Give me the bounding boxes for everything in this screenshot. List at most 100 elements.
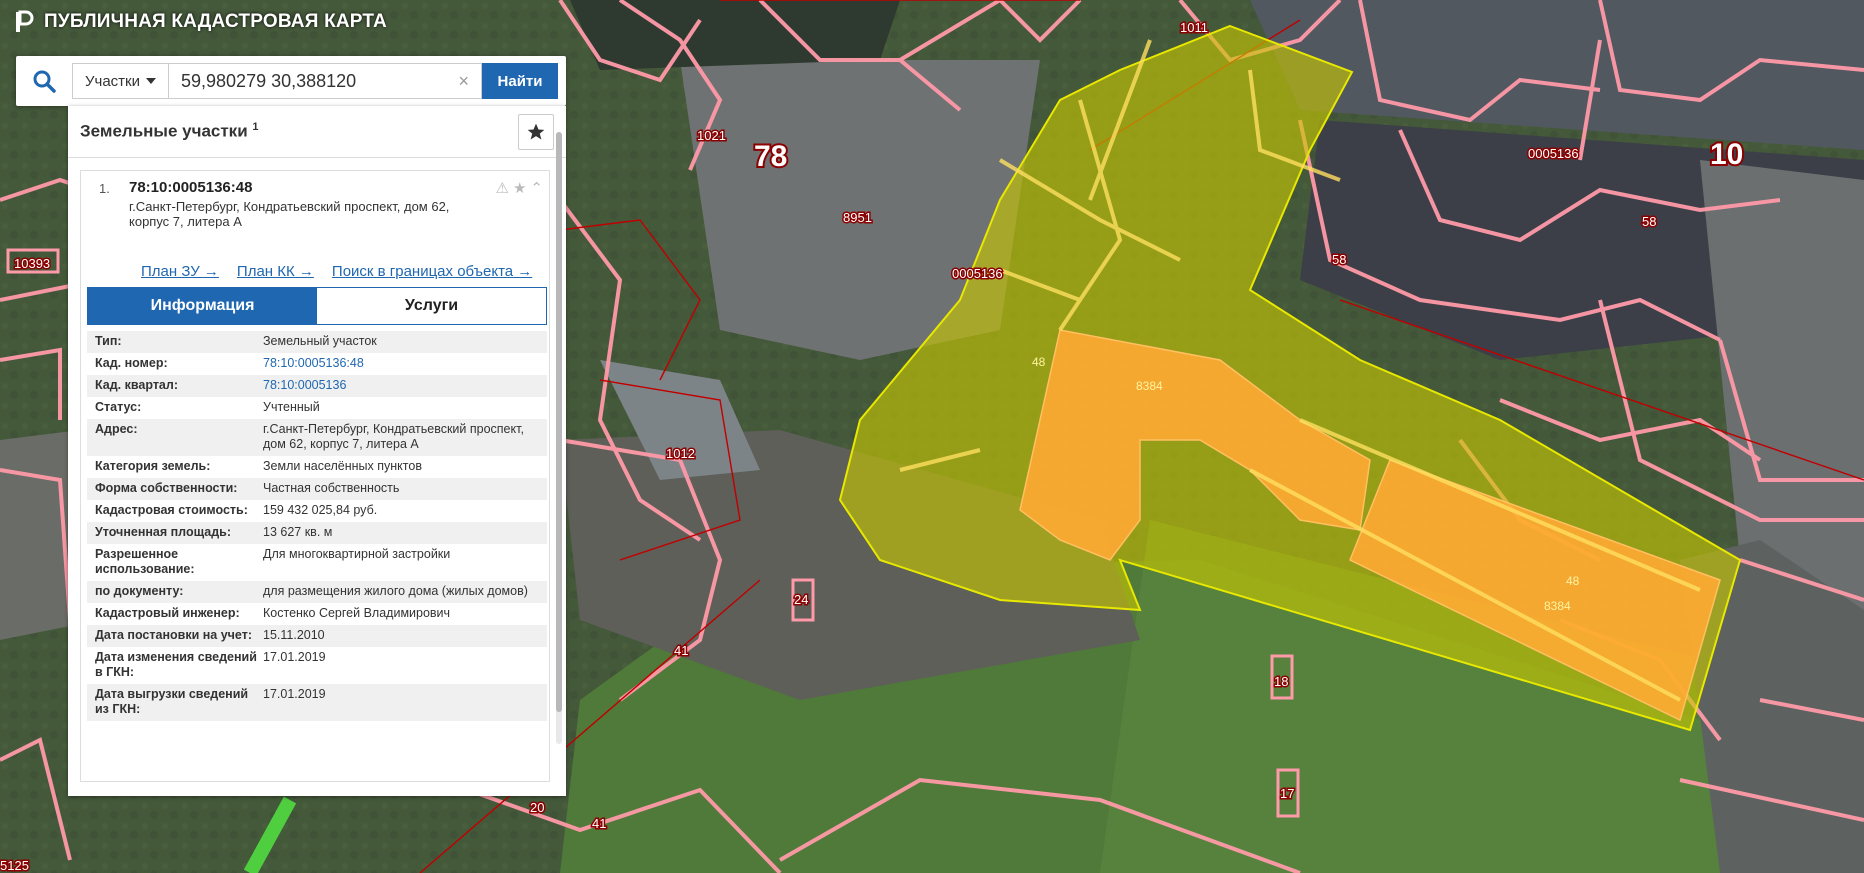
results-panel: Земельные участки 1 1. 78:10:0005136:48 … [68, 106, 566, 796]
map-label: 0005136 [1528, 146, 1579, 161]
search-input[interactable] [181, 70, 455, 92]
search-input-wrap: × [168, 63, 482, 99]
info-key: Кадастровый инженер: [95, 606, 240, 620]
info-row: по документу: для размещения жилого дома … [87, 581, 547, 603]
map-label: 41 [592, 816, 606, 831]
info-value: для размещения жилого дома (жилых домов) [263, 584, 528, 598]
panel-title: Земельные участки 1 [80, 121, 259, 142]
search-submit-button[interactable]: Найти [482, 63, 558, 99]
result-header[interactable]: 1. 78:10:0005136:48 г.Санкт-Петербург, К… [81, 171, 549, 243]
star-icon [527, 123, 545, 139]
clear-icon[interactable]: × [458, 71, 469, 92]
map-label: 10393 [14, 256, 50, 271]
app-title-text: ПУБЛИЧНАЯ КАДАСТРОВАЯ КАРТА [44, 11, 387, 32]
map-label: 78 [754, 140, 787, 173]
result-number: 1. [99, 181, 110, 196]
map-label: 8384 [1136, 379, 1163, 393]
info-value: 13 627 кв. м [263, 525, 333, 539]
map-label: 48 [1032, 355, 1046, 369]
info-key: Категория земель: [95, 459, 211, 473]
info-row: Дата изменения сведений в ГКН: 17.01.2019 [87, 647, 547, 684]
map-label: 1021 [697, 128, 726, 143]
info-key: Адрес: [95, 422, 138, 436]
search-type-label: Участки [85, 72, 140, 90]
map-label: 58 [1642, 214, 1656, 229]
info-key: Дата изменения сведений в ГКН: [95, 650, 257, 679]
map-label: 24 [794, 592, 808, 607]
warning-icon[interactable]: ⚠ [496, 179, 509, 197]
search-in-bounds-link[interactable]: Поиск в границах объекта → [332, 263, 532, 280]
info-value-link[interactable]: 78:10:0005136 [263, 378, 539, 393]
info-row: Кад. квартал: 78:10:0005136 [87, 375, 547, 397]
map-label: 1012 [666, 446, 695, 461]
panel-scrollbar[interactable] [556, 132, 562, 744]
info-key: Уточненная площадь: [95, 525, 232, 539]
info-value: Для многоквартирной застройки [263, 547, 451, 561]
info-value-link[interactable]: 78:10:0005136:48 [263, 356, 539, 371]
pkk-logo-icon [16, 10, 34, 32]
info-row: Дата постановки на учет: 15.11.2010 [87, 625, 547, 647]
map-label: 10 [1710, 138, 1743, 171]
search-type-dropdown[interactable]: Участки [72, 63, 168, 99]
map-label: 48 [1566, 574, 1580, 588]
info-table: Тип: Земельный участок Кад. номер: 78:10:00… [87, 331, 547, 721]
search-icon [33, 70, 56, 93]
info-key: Дата выгрузки сведений из ГКН: [95, 687, 249, 716]
map-label: 20 [530, 800, 544, 815]
info-key: Кад. номер: [95, 356, 168, 370]
search-toggle-button[interactable] [16, 56, 72, 106]
plan-kk-link[interactable]: План КК → [237, 263, 314, 280]
info-value: Учтенный [263, 400, 320, 414]
favorites-button[interactable] [518, 113, 554, 150]
info-key: Кад. квартал: [95, 378, 178, 392]
result-card: 1. 78:10:0005136:48 г.Санкт-Петербург, К… [80, 170, 550, 782]
info-value: 17.01.2019 [263, 650, 326, 664]
tab-services[interactable]: Услуги [317, 288, 546, 324]
map-label: 1011 [1180, 20, 1208, 35]
tab-info[interactable]: Информация [88, 288, 317, 324]
info-row: Уточненная площадь: 13 627 кв. м [87, 522, 547, 544]
map-label: 8384 [1544, 599, 1571, 613]
scrollbar-thumb[interactable] [556, 132, 562, 712]
info-value: 17.01.2019 [263, 687, 326, 701]
info-row: Форма собственности: Частная собственност… [87, 478, 547, 500]
info-row: Адрес: г.Санкт-Петербург, Кондратьевский … [87, 419, 547, 456]
caret-down-icon [146, 78, 156, 84]
info-value: 159 432 025,84 руб. [263, 503, 378, 517]
info-key: Тип: [95, 334, 122, 348]
map-label: 18 [1274, 674, 1288, 689]
map-label: 0005136 [952, 266, 1003, 281]
map-label: 5125 [0, 858, 29, 873]
plan-zu-link[interactable]: План ЗУ → [141, 263, 219, 280]
star-outline-icon[interactable]: ★ [513, 179, 526, 197]
info-value: Земли населённых пунктов [263, 459, 422, 473]
info-row: Тип: Земельный участок [87, 331, 547, 353]
info-row: Кад. номер: 78:10:0005136:48 [87, 353, 547, 375]
info-row: Кадастровый инженер: Костенко Сергей Влад… [87, 603, 547, 625]
info-row: Дата выгрузки сведений из ГКН: 17.01.2019 [87, 684, 547, 721]
info-value: г.Санкт-Петербург, Кондратьевский проспе… [263, 422, 524, 451]
info-key: по документу: [95, 584, 184, 598]
info-value: Земельный участок [263, 334, 377, 348]
result-links: План ЗУ → План КК → Поиск в границах объ… [141, 263, 532, 280]
result-tabs: Информация Услуги [87, 287, 547, 325]
chevron-up-icon[interactable]: ⌃ [530, 179, 543, 197]
info-value: Частная собственность [263, 481, 400, 495]
info-row: Категория земель: Земли населённых пункто… [87, 456, 547, 478]
result-address: г.Санкт-Петербург, Кондратьевский проспе… [129, 199, 450, 229]
panel-title-text: Земельные участки [80, 121, 248, 141]
info-value: 15.11.2010 [263, 628, 325, 642]
map-label: 8951 [843, 210, 872, 225]
info-key: Статус: [95, 400, 142, 414]
info-key: Дата постановки на учет: [95, 628, 252, 642]
info-value: Костенко Сергей Владимирович [263, 606, 451, 620]
search-bar: Участки × Найти [16, 56, 566, 106]
info-key: Кадастровая стоимость: [95, 503, 248, 517]
panel-header: Земельные участки 1 [68, 106, 566, 158]
result-actions: ⚠ ★ ⌃ [496, 179, 543, 197]
app-title: ПУБЛИЧНАЯ КАДАСТРОВАЯ КАРТА [14, 10, 387, 34]
result-cad-number: 78:10:0005136:48 [129, 179, 253, 196]
map-label: 58 [1332, 252, 1346, 267]
info-key: Форма собственности: [95, 481, 238, 495]
info-row: Кадастровая стоимость: 159 432 025,84 руб… [87, 500, 547, 522]
